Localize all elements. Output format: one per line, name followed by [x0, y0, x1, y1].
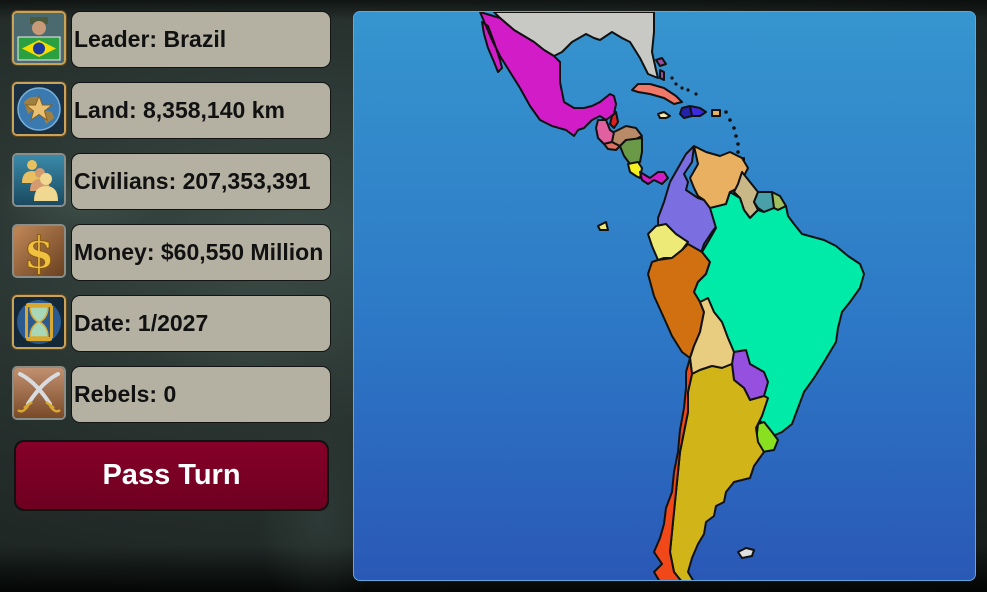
world-map[interactable]: [353, 11, 976, 581]
leader-flag-icon[interactable]: [12, 11, 66, 65]
dollar-icon[interactable]: $: [12, 224, 66, 278]
stat-row-leader[interactable]: Leader: Brazil: [10, 11, 332, 71]
country-cuba[interactable]: [631, 83, 683, 105]
country-galapagos[interactable]: [597, 221, 609, 231]
people-icon[interactable]: [12, 153, 66, 207]
country-panama[interactable]: [639, 171, 669, 185]
country-falklands[interactable]: [737, 547, 755, 559]
svg-text:$: $: [24, 228, 55, 276]
country-puerto-rico[interactable]: [711, 109, 721, 117]
land-label: Land: 8,358,140 km: [71, 82, 331, 139]
stat-row-date[interactable]: Date: 1/2027: [10, 295, 332, 355]
stat-row-civilians[interactable]: Civilians: 207,353,391: [10, 153, 332, 213]
stat-row-land[interactable]: Land: 8,358,140 km: [10, 82, 332, 142]
rebels-label: Rebels: 0: [71, 366, 331, 423]
stat-row-rebels[interactable]: Rebels: 0: [10, 366, 332, 426]
stat-row-money[interactable]: $ Money: $60,550 Million: [10, 224, 332, 284]
leader-label: Leader: Brazil: [71, 11, 331, 68]
money-label: Money: $60,550 Million: [71, 224, 331, 281]
country-jamaica[interactable]: [657, 111, 671, 119]
pass-turn-button[interactable]: Pass Turn: [14, 440, 329, 511]
civilians-label: Civilians: 207,353,391: [71, 153, 331, 210]
date-label: Date: 1/2027: [71, 295, 331, 352]
country-dominican-republic[interactable]: [689, 105, 707, 117]
country-nicaragua[interactable]: [619, 137, 643, 165]
globe-star-icon[interactable]: [12, 82, 66, 136]
hourglass-icon[interactable]: [12, 295, 66, 349]
crossed-swords-icon[interactable]: [12, 366, 66, 420]
